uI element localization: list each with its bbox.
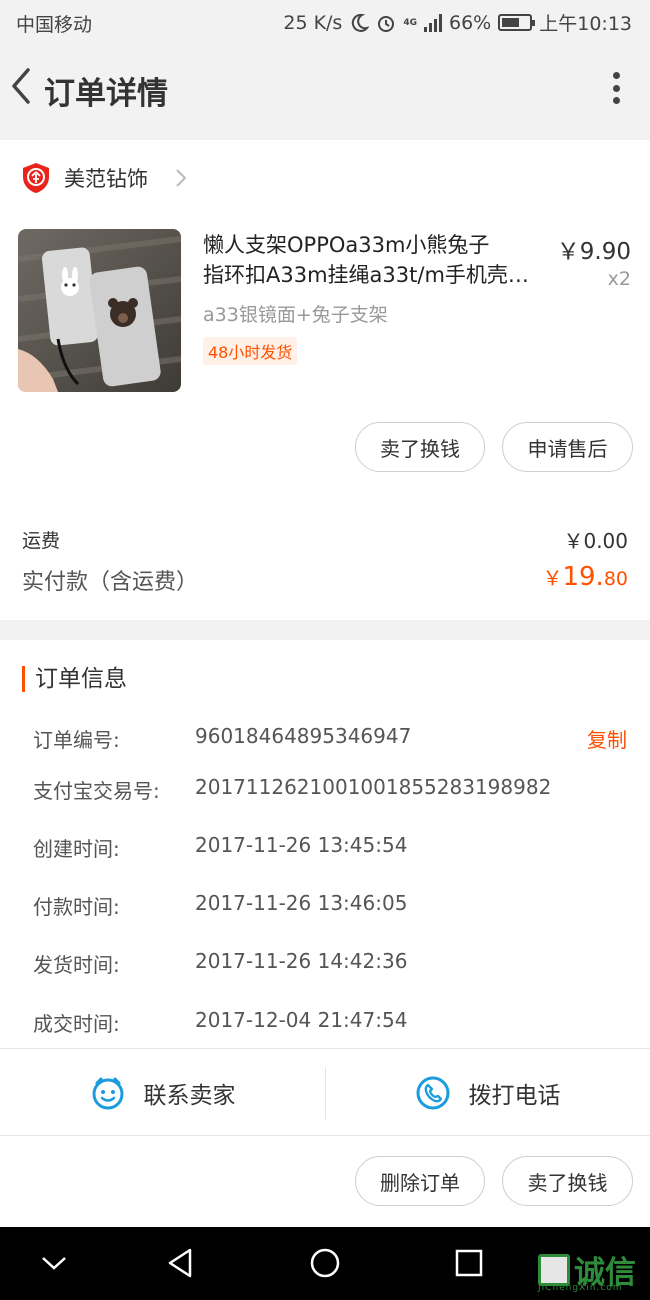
page-title: 订单详情 — [44, 76, 168, 112]
after-sale-button[interactable]: 申请售后 — [502, 422, 633, 472]
network-type: 4G — [403, 17, 417, 28]
product-image[interactable] — [18, 229, 181, 392]
shop-name: 美范钻饰 — [64, 167, 148, 191]
alarm-icon — [378, 15, 395, 32]
product-title-line1: 懒人支架OPPOa33m小熊兔子 — [203, 233, 490, 257]
delete-order-button[interactable]: 删除订单 — [355, 1156, 485, 1206]
more-menu-button[interactable] — [606, 68, 626, 108]
product-sku: a33银镜面+兔子支架 — [203, 304, 388, 326]
created-time-value: 2017-11-26 13:45:54 — [195, 833, 408, 857]
shipped-time-value: 2017-11-26 14:42:36 — [195, 949, 408, 973]
order-number-label: 订单编号: — [33, 728, 120, 752]
alipay-trade-label: 支付宝交易号: — [33, 779, 160, 803]
paid-time-value: 2017-11-26 13:46:05 — [195, 891, 408, 915]
chevron-right-icon — [176, 169, 187, 187]
section-divider — [0, 620, 650, 640]
more-dot — [612, 72, 620, 79]
product-title[interactable]: 懒人支架OPPOa33m小熊兔子 指环扣A33m挂绳a33t/m手机壳… — [203, 230, 548, 290]
shop-link[interactable]: 美范钻饰 — [22, 162, 188, 194]
status-bar: 中国移动 25 K/s 4G 66% 上午10:13 — [0, 0, 650, 46]
triangle-back-icon — [168, 1248, 192, 1278]
call-phone-label: 拨打电话 — [468, 1083, 561, 1109]
contact-bar: 联系卖家 拨打电话 — [0, 1048, 650, 1136]
watermark-subtext: JiChengXin.com — [538, 1283, 623, 1293]
header: 订单详情 — [0, 46, 650, 140]
shipped-time-label: 发货时间: — [33, 953, 120, 977]
product-title-line2: 指环扣A33m挂绳a33t/m手机壳… — [203, 263, 529, 287]
watermark-emblem — [538, 1253, 570, 1286]
chevron-left-icon — [12, 68, 30, 104]
sell-for-cash-bottom-button[interactable]: 卖了换钱 — [502, 1156, 633, 1206]
product-quantity: x2 — [607, 268, 631, 290]
shipping-badge: 48小时发货 — [203, 337, 298, 365]
order-item-card: 美范钻饰 懒人支架OPPOa33m小熊兔子 指环扣A33m挂绳a33t/m手机壳… — [0, 140, 650, 620]
square-recents-icon — [455, 1249, 483, 1277]
sell-for-cash-button[interactable]: 卖了换钱 — [355, 422, 485, 472]
phone-icon — [416, 1076, 449, 1110]
circle-home-icon — [310, 1248, 340, 1278]
completed-time-label: 成交时间: — [33, 1012, 120, 1036]
contact-seller-button[interactable]: 联系卖家 — [0, 1049, 325, 1137]
battery-icon — [498, 14, 536, 31]
more-dot — [612, 97, 620, 104]
chevron-down-icon — [42, 1257, 66, 1270]
product-photo — [18, 229, 181, 392]
copy-order-number-button[interactable]: 复制 — [587, 724, 627, 753]
paid-time-label: 付款时间: — [33, 895, 120, 919]
nav-back-button[interactable] — [160, 1243, 200, 1283]
shipping-fee-value: ￥0.00 — [563, 529, 628, 553]
nav-home-button[interactable] — [305, 1243, 345, 1283]
nav-recents-button[interactable] — [449, 1243, 489, 1283]
contact-seller-label: 联系卖家 — [143, 1083, 236, 1109]
shipping-fee-label: 运费 — [22, 530, 61, 552]
carrier-name: 中国移动 — [16, 14, 93, 36]
enterprise-shield-icon — [23, 163, 49, 193]
order-info-section: 订单信息 订单编号: 96018464895346947 复制 支付宝交易号: … — [0, 640, 650, 1048]
paid-total-value: ￥19.80 — [542, 562, 628, 592]
alipay-trade-value: 2017112621001001855283198982 — [195, 775, 552, 799]
signal-icon — [424, 13, 442, 32]
call-phone-button[interactable]: 拨打电话 — [325, 1049, 650, 1137]
battery-fill — [502, 18, 520, 27]
created-time-label: 创建时间: — [33, 837, 120, 861]
product-price: ￥9.90 — [556, 239, 631, 265]
nav-collapse-button[interactable] — [34, 1243, 74, 1283]
currency-symbol: ￥ — [542, 566, 563, 590]
clock: 上午10:13 — [539, 13, 632, 35]
paid-amount-decimal: 80 — [603, 568, 628, 590]
chat-smile-icon — [92, 1077, 123, 1110]
completed-time-value: 2017-12-04 21:47:54 — [195, 1008, 408, 1032]
order-info-title: 订单信息 — [22, 666, 127, 692]
moon-icon — [352, 13, 370, 32]
back-button[interactable] — [6, 66, 36, 106]
more-dot — [612, 84, 620, 92]
paid-total-label: 实付款（含运费） — [22, 570, 199, 595]
watermark-logo: 诚信 JiChengXin.com — [538, 1247, 636, 1293]
battery-percent: 66% — [449, 11, 492, 34]
bottom-action-bar: 删除订单 卖了换钱 — [0, 1137, 650, 1227]
status-icons: 25 K/s 4G 66% 上午10:13 — [283, 9, 632, 36]
paid-amount-integer: 19. — [562, 562, 604, 592]
network-speed: 25 K/s — [283, 11, 343, 34]
order-number-value: 96018464895346947 — [195, 724, 412, 748]
